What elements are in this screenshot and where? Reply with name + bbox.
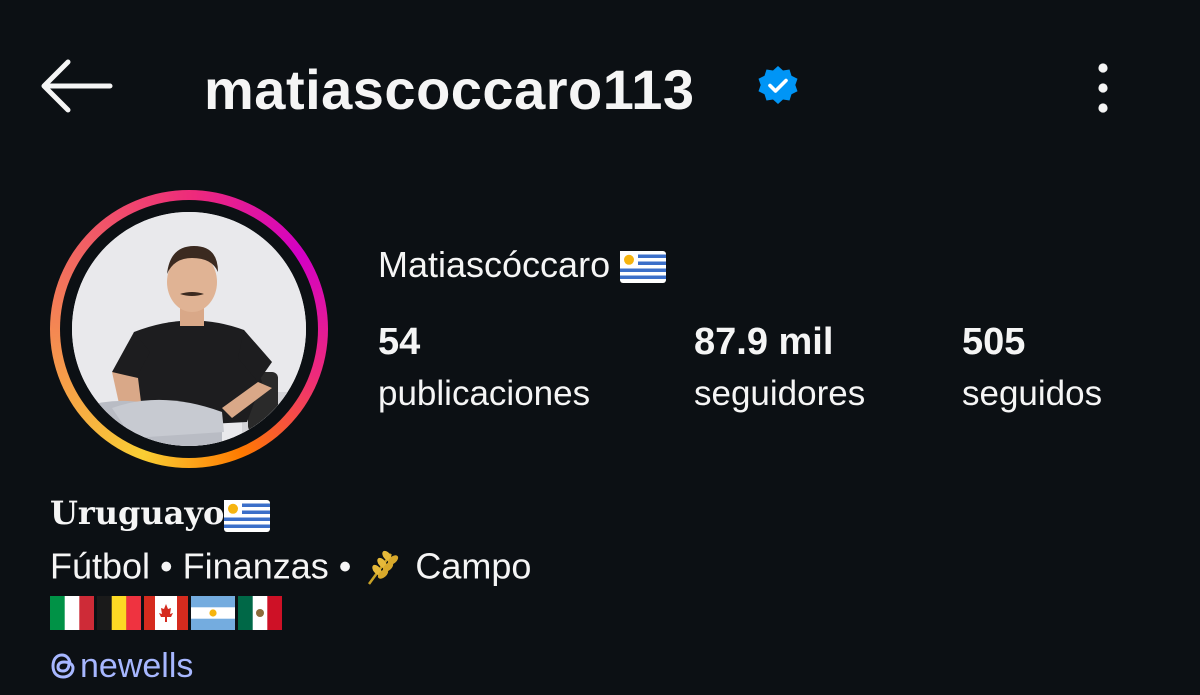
profile-avatar-photo[interactable] (72, 212, 306, 446)
more-options-button[interactable] (1082, 58, 1124, 118)
threads-link-text: newells (80, 647, 194, 685)
back-button[interactable] (38, 56, 114, 116)
more-vertical-icon (1098, 63, 1108, 113)
profile-display-name: Matiascóccaro (378, 244, 611, 285)
avatar-story-ring[interactable] (50, 190, 328, 468)
threads-link[interactable]: newells (50, 644, 193, 688)
profile-display-name-row: Matiascóccaro (378, 244, 667, 286)
stat-following-label: seguidos (962, 374, 1103, 413)
bio-interests-text-end: Campo (415, 545, 532, 587)
canada-flag-icon (144, 596, 188, 630)
profile-username: matiascoccaro113 (204, 58, 695, 121)
italy-flag-icon (50, 596, 94, 630)
belgium-flag-icon (97, 596, 141, 630)
stat-posts-count: 54 (378, 321, 421, 363)
stat-followers-label: seguidores (694, 374, 866, 413)
stat-posts-label: publicaciones (378, 374, 591, 413)
stat-following-count: 505 (962, 321, 1026, 363)
mexico-flag-icon (238, 596, 282, 630)
uruguay-flag-icon (224, 499, 271, 532)
stat-posts[interactable]: 54 publicaciones (378, 320, 590, 416)
stat-followers-count: 87.9 mil (694, 321, 834, 363)
bio-interests-line: Fútbol • Finanzas • Campo (50, 542, 531, 588)
threads-icon (51, 653, 75, 679)
wheat-icon (368, 551, 399, 586)
stat-following[interactable]: 505 seguidos (962, 320, 1102, 416)
argentina-flag-icon (191, 596, 235, 630)
verified-badge-icon (758, 66, 798, 104)
profile-header: matiascoccaro113 (0, 0, 1200, 180)
arrow-left-icon (41, 59, 113, 113)
stat-followers[interactable]: 87.9 mil seguidores (694, 320, 865, 416)
bio-title-row: Uruguayo (50, 492, 271, 534)
bio-flags-row (50, 596, 282, 632)
uruguay-flag-icon (620, 251, 667, 284)
bio-title: Uruguayo (50, 494, 225, 532)
bio-interests-text: Fútbol • Finanzas • (50, 545, 352, 587)
avatar-person-illustration (72, 212, 306, 446)
